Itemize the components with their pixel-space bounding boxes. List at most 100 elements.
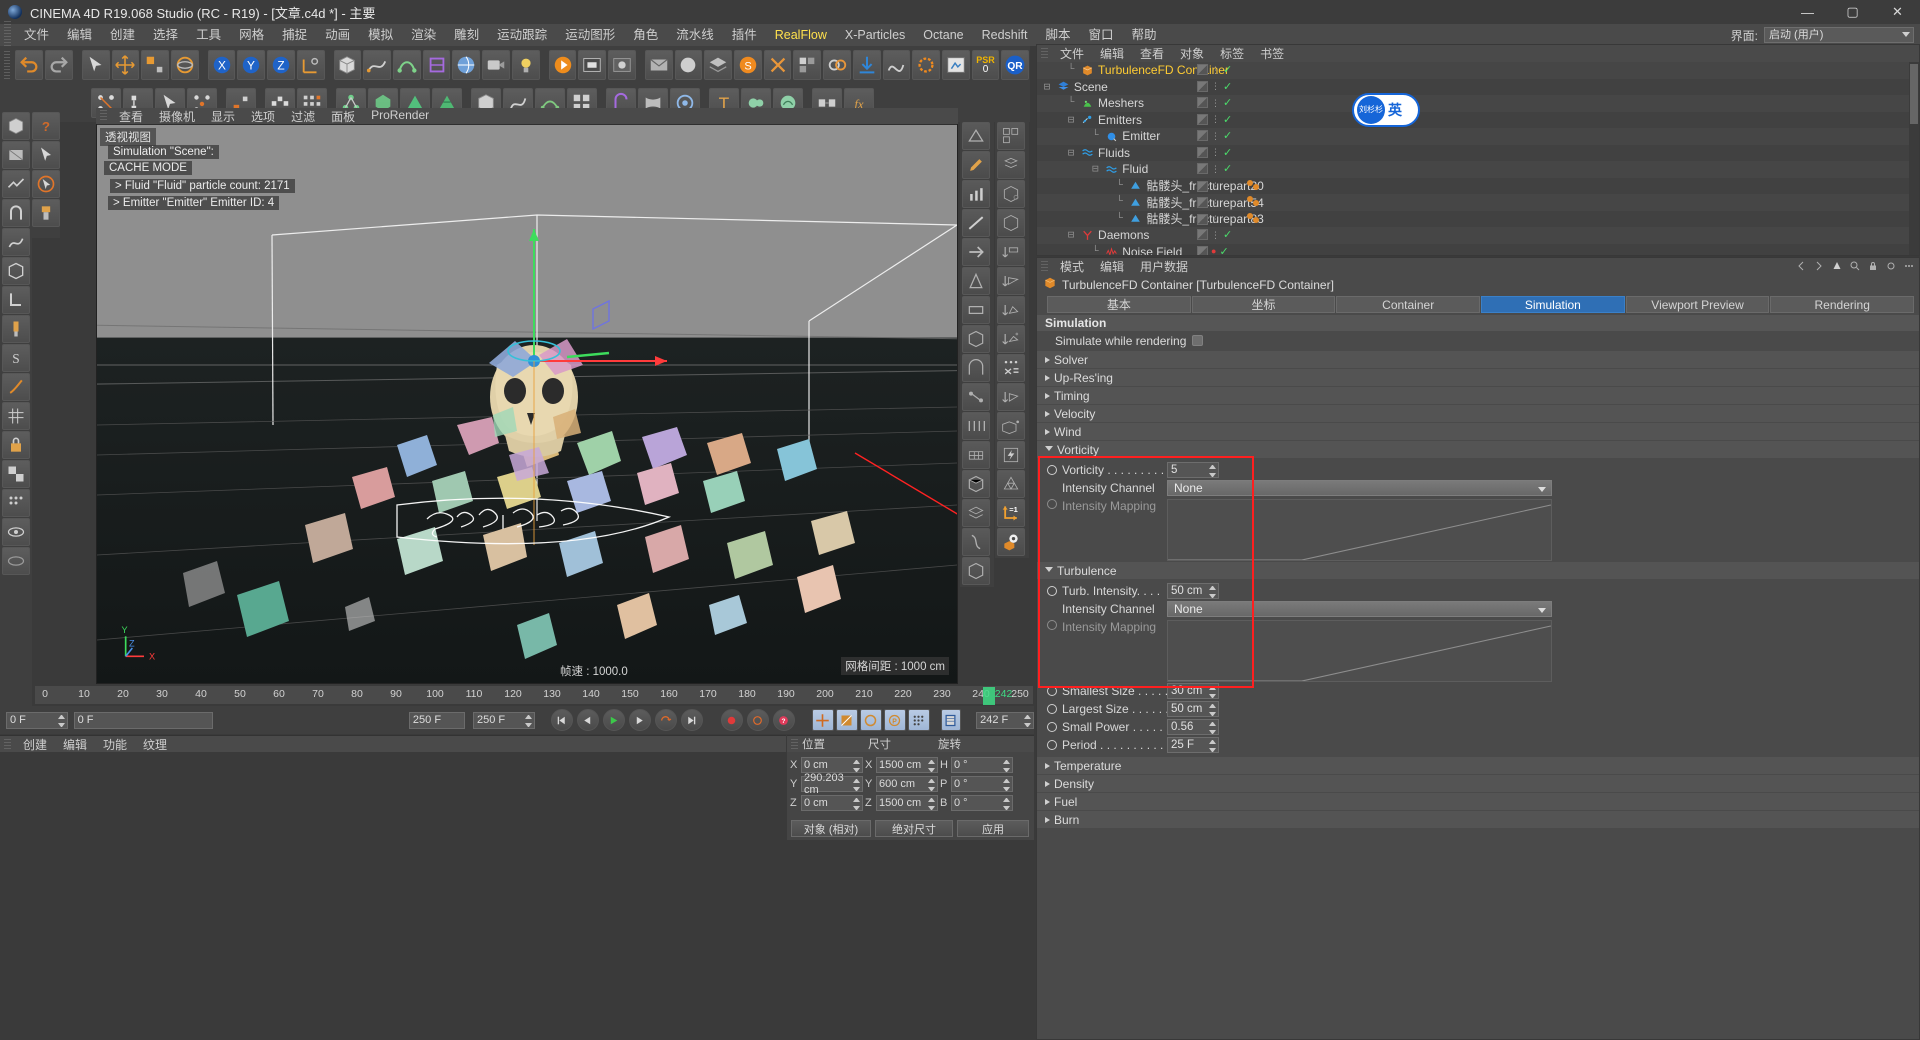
- orange-gear-button[interactable]: [912, 50, 940, 80]
- turb-intensity-radio-icon[interactable]: [1047, 586, 1057, 596]
- viewport-menu-2[interactable]: 显示: [203, 108, 243, 125]
- menu-item-14[interactable]: 流水线: [667, 24, 723, 46]
- question-help-icon[interactable]: ?: [32, 112, 60, 140]
- current-frame-marker[interactable]: [983, 687, 995, 705]
- axis-equals-one-icon[interactable]: =1: [997, 499, 1025, 527]
- tab-3[interactable]: Simulation: [1481, 296, 1625, 313]
- eye2-icon[interactable]: [2, 547, 30, 575]
- world-coordinate-button[interactable]: [297, 50, 325, 80]
- box2-strip-icon[interactable]: [962, 325, 990, 353]
- cube-primitive-button[interactable]: [334, 50, 362, 80]
- object-menu-1[interactable]: 编辑: [1092, 45, 1132, 62]
- period-field[interactable]: 25 F: [1167, 737, 1219, 753]
- menu-item-10[interactable]: 雕刻: [445, 24, 488, 46]
- dots-icon[interactable]: ⋮: [1211, 115, 1220, 123]
- frame-start-field[interactable]: 0 F: [6, 712, 68, 729]
- play-button[interactable]: [603, 709, 625, 731]
- position-key-button[interactable]: [812, 709, 834, 731]
- plane-stack-icon[interactable]: [997, 267, 1025, 295]
- cube-arrow-icon[interactable]: [997, 412, 1025, 440]
- menu-item-1[interactable]: 编辑: [58, 24, 101, 46]
- texture-mode-icon[interactable]: [2, 170, 30, 198]
- object-row-3[interactable]: ⊟ Emitters⋮✓: [1037, 112, 1919, 129]
- box-icon[interactable]: [2, 257, 30, 285]
- visibility-toggle-icon[interactable]: [1197, 114, 1208, 125]
- back-arrow-icon[interactable]: [1795, 260, 1807, 275]
- small-power-field[interactable]: 0.56: [1167, 719, 1219, 735]
- bar-chart-strip-icon[interactable]: [962, 180, 990, 208]
- dots-icon[interactable]: ⋮: [1211, 66, 1220, 74]
- menu-item-11[interactable]: 运动跟踪: [488, 24, 556, 46]
- group-fuel[interactable]: Fuel: [1037, 793, 1919, 810]
- step-forward-button[interactable]: [629, 709, 651, 731]
- smallest-size-field[interactable]: 30 cm: [1167, 683, 1219, 699]
- object-row-2[interactable]: └ Meshers⋮✓: [1037, 95, 1919, 112]
- dots-icon[interactable]: ⋮: [1211, 132, 1220, 140]
- import-button[interactable]: [853, 50, 881, 80]
- s-tool-icon[interactable]: S: [2, 344, 30, 372]
- realflow-tag-icon[interactable]: [1245, 179, 1263, 194]
- render-region-button[interactable]: [578, 50, 606, 80]
- dots-icon[interactable]: ⋮: [1211, 231, 1220, 239]
- group-temperature[interactable]: Temperature: [1037, 757, 1919, 774]
- object-settings-gear-icon[interactable]: [997, 528, 1025, 556]
- coord-size-field[interactable]: 1500 cm: [876, 795, 938, 811]
- group-burn[interactable]: Burn: [1037, 811, 1919, 828]
- pen-strip-icon[interactable]: [962, 151, 990, 179]
- object-row-9[interactable]: └ 骷髅头_fracturepart83⋮: [1037, 211, 1919, 228]
- pin-icon[interactable]: [1885, 260, 1897, 275]
- viewport-menu-6[interactable]: ProRender: [363, 108, 437, 125]
- object-row-11[interactable]: └ Noise Field●✓: [1037, 244, 1919, 256]
- group-turbulence[interactable]: Turbulence: [1037, 562, 1919, 579]
- arch-strip-icon[interactable]: [962, 354, 990, 382]
- coord-size-field[interactable]: 1500 cm: [876, 757, 938, 773]
- dots-icon[interactable]: ⋮: [1211, 165, 1220, 173]
- forward-arrow-icon[interactable]: [1813, 260, 1825, 275]
- object-row-8[interactable]: └ 骷髅头_fracturepart54⋮: [1037, 194, 1919, 211]
- step-back-button[interactable]: [577, 709, 599, 731]
- visibility-toggle-icon[interactable]: [1197, 181, 1208, 192]
- period-radio-icon[interactable]: [1047, 740, 1057, 750]
- coord-apply-button[interactable]: 应用: [957, 820, 1029, 837]
- object-menu-5[interactable]: 书签: [1252, 45, 1292, 62]
- dots-icon[interactable]: ⋮: [1211, 99, 1220, 107]
- eye-icon[interactable]: [2, 518, 30, 546]
- tt-strip-icon[interactable]: [962, 412, 990, 440]
- deformer-strip-icon[interactable]: [962, 122, 990, 150]
- menu-item-2[interactable]: 创建: [101, 24, 144, 46]
- scene-environment-button[interactable]: [452, 50, 480, 80]
- object-row-4[interactable]: └ Emitter⋮✓: [1037, 128, 1919, 145]
- arrow-strip-icon[interactable]: [962, 238, 990, 266]
- viewport-menu-4[interactable]: 过滤: [283, 108, 323, 125]
- simulate-while-rendering-checkbox[interactable]: [1192, 335, 1203, 346]
- object-row-0[interactable]: └ TurbulenceFD Container⋮✓: [1037, 62, 1919, 79]
- xref-button[interactable]: [823, 50, 851, 80]
- spinner-icon[interactable]: [928, 760, 935, 772]
- object-row-10[interactable]: ⊟ Daemons⋮✓: [1037, 227, 1919, 244]
- menu-item-19[interactable]: Redshift: [973, 24, 1037, 46]
- spinner-icon[interactable]: [928, 779, 935, 791]
- generator-button[interactable]: [393, 50, 421, 80]
- timeline-ruler[interactable]: 0102030405060708090100110120130140150160…: [34, 685, 1034, 705]
- layer-button[interactable]: [704, 50, 732, 80]
- coord-size-field[interactable]: 600 cm: [876, 776, 938, 792]
- smallest-size-radio-icon[interactable]: [1047, 686, 1057, 696]
- viewport-menu-1[interactable]: 摄像机: [151, 108, 203, 125]
- visibility-toggle-icon[interactable]: [1197, 163, 1208, 174]
- enabled-check-icon[interactable]: ✓: [1223, 162, 1232, 175]
- array-grid-icon[interactable]: [997, 122, 1025, 150]
- spinner-icon[interactable]: [1209, 722, 1216, 734]
- object-menu-3[interactable]: 对象: [1172, 45, 1212, 62]
- dots-icon[interactable]: ⋮: [1211, 215, 1220, 223]
- visibility-toggle-icon[interactable]: [1197, 81, 1208, 92]
- group-wind[interactable]: Wind: [1037, 423, 1919, 440]
- slab-strip-icon[interactable]: [962, 296, 990, 324]
- frame-end-field[interactable]: 250 F: [409, 712, 465, 729]
- tab-5[interactable]: Rendering: [1770, 296, 1914, 313]
- coord-rotation-field[interactable]: 0 °: [951, 776, 1013, 792]
- material-menu-3[interactable]: 纹理: [135, 736, 175, 753]
- turb-intensity-channel-dropdown[interactable]: None: [1167, 601, 1552, 617]
- axis-lock-icon[interactable]: [2, 286, 30, 314]
- go-to-end-button[interactable]: [681, 709, 703, 731]
- group-density[interactable]: Density: [1037, 775, 1919, 792]
